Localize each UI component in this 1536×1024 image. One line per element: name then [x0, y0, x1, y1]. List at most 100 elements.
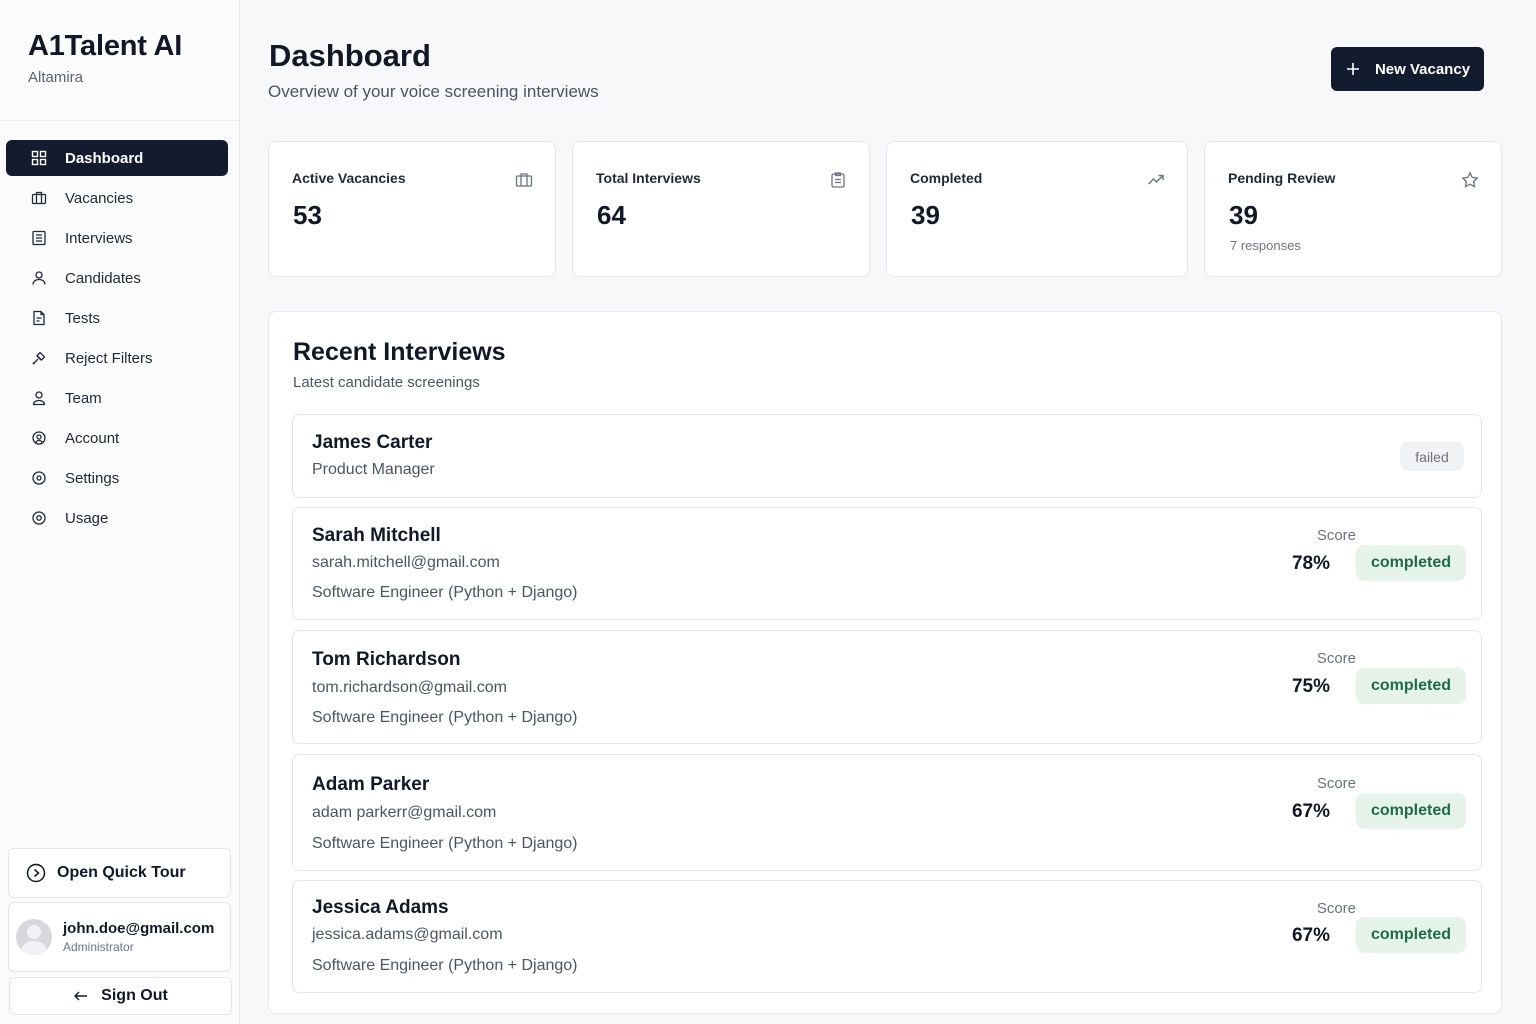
interview-row[interactable]: Sarah Mitchell sarah.mitchell@gmail.com … — [292, 507, 1482, 620]
list-icon — [31, 230, 47, 246]
candidate-email: jessica.adams@gmail.com — [312, 926, 503, 943]
candidate-role: Software Engineer (Python + Django) — [312, 957, 578, 974]
sidebar-item-usage[interactable]: Usage — [6, 500, 228, 536]
team-icon — [31, 390, 47, 406]
status-badge: completed — [1356, 545, 1466, 581]
sidebar-item-label: Dashboard — [65, 149, 144, 167]
trending-up-icon — [1147, 171, 1165, 189]
user-card[interactable]: john.doe@gmail.com Administrator — [8, 902, 231, 972]
sidebar-item-reject-filters[interactable]: Reject Filters — [6, 340, 228, 376]
candidate-name: Sarah Mitchell — [312, 525, 441, 546]
stat-card-completed: Completed 39 — [886, 141, 1188, 277]
page-title: Dashboard — [269, 38, 431, 73]
sidebar-item-account[interactable]: Account — [6, 420, 228, 456]
new-vacancy-label: New Vacancy — [1374, 60, 1471, 78]
stat-value: 64 — [597, 200, 626, 230]
sidebar-item-tests[interactable]: Tests — [6, 300, 228, 336]
sidebar-item-label: Usage — [65, 509, 109, 527]
status-badge: completed — [1356, 917, 1466, 953]
interview-row[interactable]: Jessica Adams jessica.adams@gmail.com So… — [292, 880, 1482, 993]
sidebar-item-label: Settings — [65, 469, 120, 487]
document-icon — [31, 310, 47, 326]
tour-label: Open Quick Tour — [57, 864, 186, 881]
user-icon — [31, 270, 47, 286]
stat-card-pending-review: Pending Review 39 7 responses — [1204, 141, 1502, 277]
open-quick-tour-button[interactable]: Open Quick Tour — [8, 848, 231, 898]
score-label: Score — [1316, 775, 1356, 792]
candidate-role: Product Manager — [312, 461, 435, 478]
candidate-email: adam parkerr@gmail.com — [312, 804, 497, 821]
settings-icon — [31, 470, 47, 486]
briefcase-icon — [515, 171, 533, 189]
score-value: 67% — [1291, 801, 1330, 822]
stat-label: Pending Review — [1228, 170, 1336, 186]
sidebar-item-dashboard[interactable]: Dashboard — [6, 140, 228, 176]
avatar — [16, 919, 52, 955]
score-value: 67% — [1291, 925, 1330, 946]
sidebar-item-label: Account — [65, 429, 120, 447]
sign-out-label: Sign Out — [101, 987, 168, 1004]
clipboard-icon — [829, 171, 847, 189]
sidebar-item-vacancies[interactable]: Vacancies — [6, 180, 228, 216]
brand: A1Talent AI Altamira — [0, 0, 239, 121]
stat-card-total-interviews: Total Interviews 64 — [572, 141, 870, 277]
new-vacancy-button[interactable]: New Vacancy — [1331, 47, 1484, 91]
stat-value: 53 — [293, 200, 322, 230]
stat-label: Completed — [910, 170, 983, 186]
sign-out-button[interactable]: Sign Out — [9, 977, 232, 1015]
interview-row[interactable]: Adam Parker adam parkerr@gmail.com Softw… — [292, 754, 1482, 871]
stat-label: Total Interviews — [596, 170, 701, 186]
sidebar-item-label: Reject Filters — [65, 349, 153, 367]
candidate-role: Software Engineer (Python + Django) — [312, 584, 578, 601]
sidebar-item-candidates[interactable]: Candidates — [6, 260, 228, 296]
recent-interviews-panel: Recent Interviews Latest candidate scree… — [268, 311, 1502, 1014]
candidate-role: Software Engineer (Python + Django) — [312, 709, 578, 726]
arrow-left-icon — [74, 991, 88, 1001]
account-icon — [31, 430, 47, 446]
sidebar-item-label: Tests — [65, 309, 101, 327]
interview-row[interactable]: Tom Richardson tom.richardson@gmail.com … — [292, 630, 1482, 744]
filter-tool-icon — [31, 350, 47, 366]
status-badge: completed — [1356, 668, 1466, 704]
sidebar-item-label: Vacancies — [65, 189, 134, 207]
stat-value: 39 — [1229, 200, 1258, 230]
score-value: 75% — [1291, 676, 1330, 697]
candidate-name: Adam Parker — [312, 774, 430, 795]
sidebar-item-team[interactable]: Team — [6, 380, 228, 416]
app-title: A1Talent AI — [28, 30, 183, 62]
stat-card-active-vacancies: Active Vacancies 53 — [268, 141, 556, 277]
sidebar-item-settings[interactable]: Settings — [6, 460, 228, 496]
page-subtitle: Overview of your voice screening intervi… — [268, 82, 599, 101]
plus-icon — [1346, 63, 1359, 75]
score-value: 78% — [1291, 553, 1330, 574]
candidate-role: Software Engineer (Python + Django) — [312, 835, 578, 852]
candidate-name: Tom Richardson — [312, 649, 461, 670]
briefcase-icon — [31, 190, 47, 206]
status-badge: failed — [1400, 442, 1464, 471]
candidate-name: James Carter — [312, 432, 433, 453]
candidate-email: sarah.mitchell@gmail.com — [312, 554, 500, 571]
usage-icon — [31, 510, 47, 526]
interview-row[interactable]: James Carter Product Manager failed — [292, 414, 1482, 498]
sidebar-item-label: Candidates — [65, 269, 141, 287]
sidebar-item-label: Team — [65, 389, 102, 407]
org-name: Altamira — [28, 69, 84, 86]
stat-value: 39 — [911, 200, 940, 230]
user-role: Administrator — [63, 940, 134, 954]
play-circle-icon — [26, 863, 46, 883]
status-badge: completed — [1356, 793, 1466, 829]
candidate-email: tom.richardson@gmail.com — [312, 679, 507, 696]
dashboard-grid-icon — [31, 150, 47, 166]
user-email: john.doe@gmail.com — [63, 920, 215, 937]
candidate-name: Jessica Adams — [312, 897, 449, 918]
stat-label: Active Vacancies — [292, 170, 406, 186]
sidebar: A1Talent AI Altamira Dashboard Vacancies… — [0, 0, 240, 1024]
sidebar-item-interviews[interactable]: Interviews — [6, 220, 228, 256]
score-label: Score — [1316, 900, 1356, 917]
stat-note: 7 responses — [1230, 238, 1301, 253]
sidebar-item-label: Interviews — [65, 229, 133, 247]
sidebar-nav: Dashboard Vacancies Interviews Candidate… — [6, 140, 228, 540]
section-title: Recent Interviews — [293, 338, 506, 366]
star-icon — [1461, 171, 1479, 189]
section-subtitle: Latest candidate screenings — [293, 374, 480, 391]
